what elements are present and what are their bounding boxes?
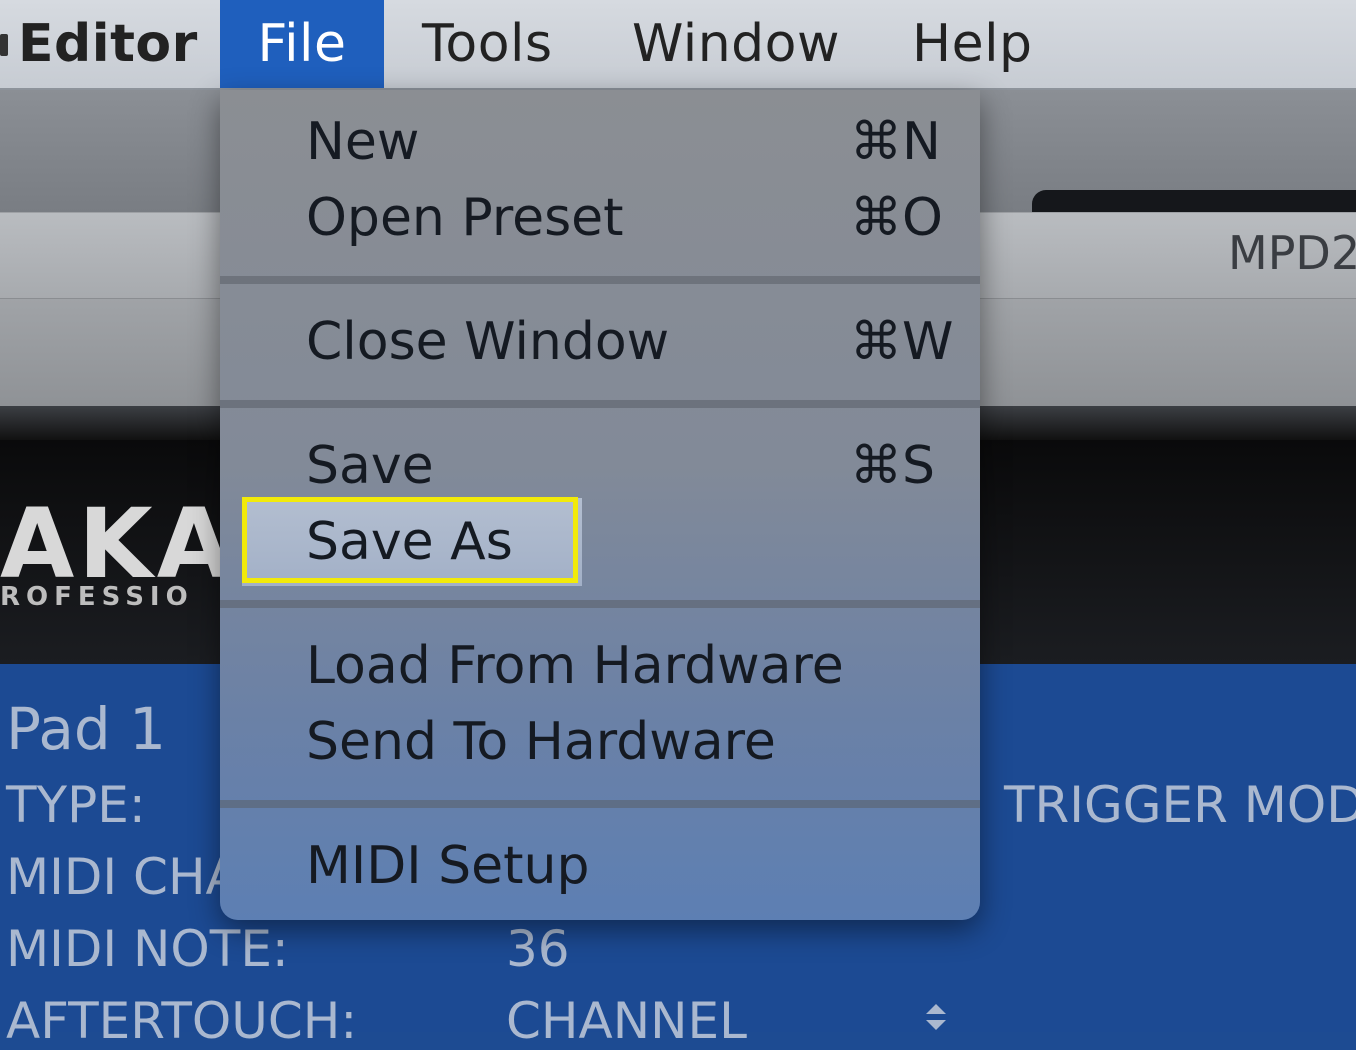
brand-logo-subtitle: ROFESSIO	[0, 582, 194, 612]
type-label: TYPE:	[6, 776, 146, 834]
menu-item-label: MIDI Setup	[306, 836, 590, 896]
menu-window[interactable]: Window	[632, 0, 840, 88]
menu-app-name[interactable]: Editor	[0, 0, 198, 88]
menu-separator	[220, 276, 980, 284]
shortcut-label: ⌘S	[850, 436, 936, 496]
menu-item-label: Load From Hardware	[306, 636, 844, 696]
menu-item-label: Close Window	[306, 312, 670, 372]
highlight-annotation-box	[242, 497, 578, 583]
menu-separator	[220, 600, 980, 608]
menu-bar: Editor File Tools Window Help	[0, 0, 1356, 90]
midi-note-value[interactable]: 36	[506, 924, 570, 974]
shortcut-label: ⌘N	[850, 112, 941, 172]
midi-channel-label: MIDI CHA	[6, 848, 240, 906]
menu-item-load-from-hardware[interactable]: Load From Hardware	[220, 630, 980, 706]
menu-item-midi-setup[interactable]: MIDI Setup	[220, 830, 980, 906]
stepper-arrows-icon[interactable]	[924, 1000, 948, 1032]
menu-item-label: New	[306, 112, 420, 172]
menu-tools[interactable]: Tools	[422, 0, 553, 88]
menu-item-close-window[interactable]: Close Window ⌘W	[220, 306, 980, 382]
menu-item-save[interactable]: Save ⌘S	[220, 430, 980, 506]
menu-item-label: Open Preset	[306, 188, 624, 248]
model-label: MPD2	[1228, 226, 1356, 280]
aftertouch-select[interactable]: CHANNEL	[506, 996, 747, 1046]
menu-item-new[interactable]: New ⌘N	[220, 106, 980, 182]
pad-title: Pad 1	[6, 695, 167, 763]
shortcut-label: ⌘W	[850, 312, 954, 372]
trigger-mode-label: TRIGGER MODE:	[1004, 776, 1356, 834]
aftertouch-label: AFTERTOUCH:	[6, 992, 358, 1050]
menu-separator	[220, 400, 980, 408]
shortcut-label: ⌘O	[850, 188, 943, 248]
menu-separator	[220, 800, 980, 808]
menu-item-label: Save	[306, 436, 434, 496]
midi-note-label: MIDI NOTE:	[6, 920, 289, 978]
menu-item-label: Send To Hardware	[306, 712, 776, 772]
menu-item-send-to-hardware[interactable]: Send To Hardware	[220, 706, 980, 782]
menu-help[interactable]: Help	[912, 0, 1033, 88]
menu-item-open-preset[interactable]: Open Preset ⌘O	[220, 182, 980, 258]
brand-logo: AKA	[0, 488, 235, 600]
menu-file[interactable]: File	[220, 0, 384, 88]
